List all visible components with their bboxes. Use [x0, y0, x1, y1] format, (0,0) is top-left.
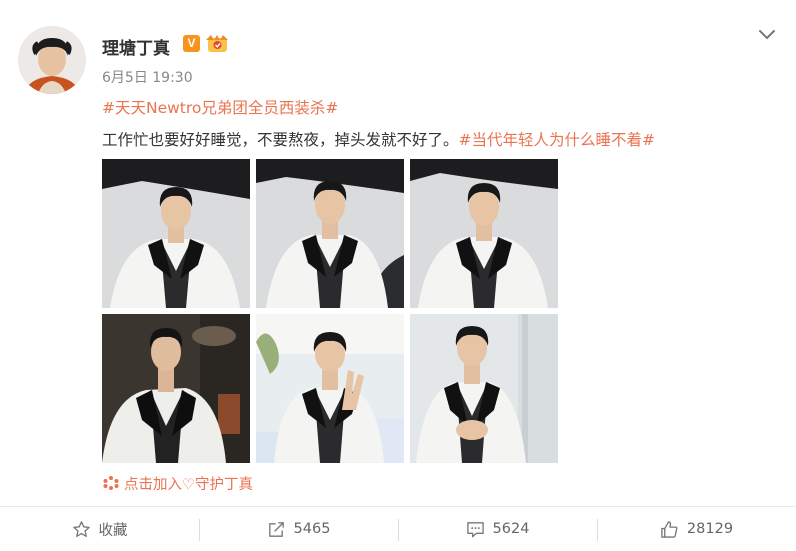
- photo-thumbnail[interactable]: [410, 159, 558, 308]
- photo-thumbnail[interactable]: [410, 314, 558, 463]
- photo-grid: [102, 159, 558, 463]
- share-icon: [268, 521, 284, 537]
- post-text-line-1: #天天Newtro兄弟团全员西装杀#: [102, 96, 338, 118]
- post-text-line-2: 工作忙也要好好睡觉，不要熬夜，掉头发就不好了。#当代年轻人为什么睡不着#: [102, 128, 655, 150]
- photo-thumbnail[interactable]: [256, 314, 404, 463]
- chevron-down-icon[interactable]: [757, 24, 777, 44]
- comment-icon: [466, 521, 484, 537]
- star-icon: [72, 520, 90, 537]
- share-count: 5465: [293, 521, 331, 537]
- guard-link[interactable]: 点击加入♡守护丁真: [102, 473, 253, 494]
- like-button[interactable]: 28129: [597, 507, 796, 551]
- photo-thumbnail[interactable]: [102, 159, 250, 308]
- fan-club-badge-icon[interactable]: [204, 34, 230, 54]
- like-count: 28129: [686, 521, 734, 537]
- post-body-text: 工作忙也要好好睡觉，不要熬夜，掉头发就不好了。: [102, 131, 459, 149]
- username[interactable]: 理塘丁真: [102, 34, 170, 59]
- share-button[interactable]: 5465: [199, 507, 398, 551]
- favorite-label: 收藏: [98, 522, 128, 539]
- hashtag-link[interactable]: #天天Newtro兄弟团全员西装杀#: [102, 99, 338, 117]
- favorite-button[interactable]: 收藏: [0, 507, 199, 551]
- guard-label: 点击加入♡守护丁真: [124, 477, 253, 493]
- post-timestamp[interactable]: 6月5日 19:30: [102, 67, 193, 87]
- thumbs-up-icon: [661, 520, 678, 538]
- comment-button[interactable]: 5624: [398, 507, 597, 551]
- verified-badge-icon[interactable]: V: [183, 35, 200, 52]
- action-bar: 收藏 5465 5624 28129: [0, 506, 796, 551]
- photo-thumbnail[interactable]: [256, 159, 404, 308]
- avatar[interactable]: [18, 26, 86, 94]
- photo-thumbnail[interactable]: [102, 314, 250, 463]
- flower-icon: [102, 475, 120, 491]
- hashtag-link[interactable]: #当代年轻人为什么睡不着#: [459, 131, 655, 149]
- comment-count: 5624: [492, 521, 530, 537]
